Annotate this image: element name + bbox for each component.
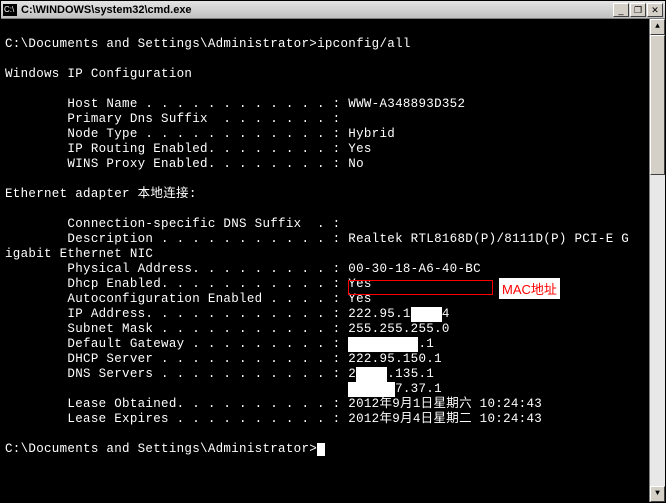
ip-routing-value: Yes	[348, 142, 371, 156]
redacted-block	[348, 382, 395, 397]
dhcp-enabled-value: Yes	[348, 277, 371, 291]
node-type-value: Hybrid	[348, 127, 395, 141]
scrollbar-thumb[interactable]	[650, 35, 665, 175]
prompt-path: C:\Documents and Settings\Administrator>	[5, 442, 317, 456]
redacted-block: .	[411, 307, 442, 322]
lease-expires-value: 2012年9月4日星期二 10:24:43	[348, 412, 542, 426]
subnet-mask-value: 255.255.255.0	[348, 322, 449, 336]
ip-address-value: 222.95.1	[348, 307, 410, 321]
dns-server-value: 2	[348, 367, 356, 381]
cursor	[317, 443, 325, 456]
prompt-path: C:\Documents and Settings\Administrator>	[5, 37, 317, 51]
scroll-up-button[interactable]: ▲	[650, 19, 665, 35]
terminal-output[interactable]: C:\Documents and Settings\Administrator>…	[1, 19, 649, 502]
gateway-value: .1	[418, 337, 434, 351]
close-button[interactable]: ✕	[647, 3, 663, 17]
window-title: C:\WINDOWS\system32\cmd.exe	[21, 4, 192, 16]
scrollbar-track[interactable]	[650, 35, 665, 486]
cmd-window: C:\ C:\WINDOWS\system32\cmd.exe _ ❐ ✕ C:…	[0, 0, 666, 503]
minimize-button[interactable]: _	[613, 3, 629, 17]
host-name-value: WWW-A348893D352	[348, 97, 465, 111]
wins-proxy-value: No	[348, 157, 364, 171]
autoconfig-value: Yes	[348, 292, 371, 306]
mac-address-value: 00-30-18-A6-40-BC	[348, 262, 481, 276]
redacted-block: .	[356, 367, 387, 382]
cmd-icon: C:\	[3, 4, 17, 16]
command-text: ipconfig/all	[317, 37, 411, 51]
scroll-down-button[interactable]: ▼	[650, 486, 665, 502]
ipconfig-header: Windows IP Configuration	[5, 67, 192, 81]
redacted-block: . .	[348, 337, 418, 352]
titlebar: C:\ C:\WINDOWS\system32\cmd.exe _ ❐ ✕	[1, 1, 665, 19]
lease-obtained-value: 2012年9月1日星期六 10:24:43	[348, 397, 542, 411]
nic-description: Realtek RTL8168D(P)/8111D(P) PCI-E G	[348, 232, 629, 246]
dhcp-server-value: 222.95.150.1	[348, 352, 442, 366]
vertical-scrollbar[interactable]: ▲ ▼	[649, 19, 665, 502]
adapter-header: Ethernet adapter 本地连接:	[5, 187, 197, 201]
maximize-button[interactable]: ❐	[630, 3, 646, 17]
